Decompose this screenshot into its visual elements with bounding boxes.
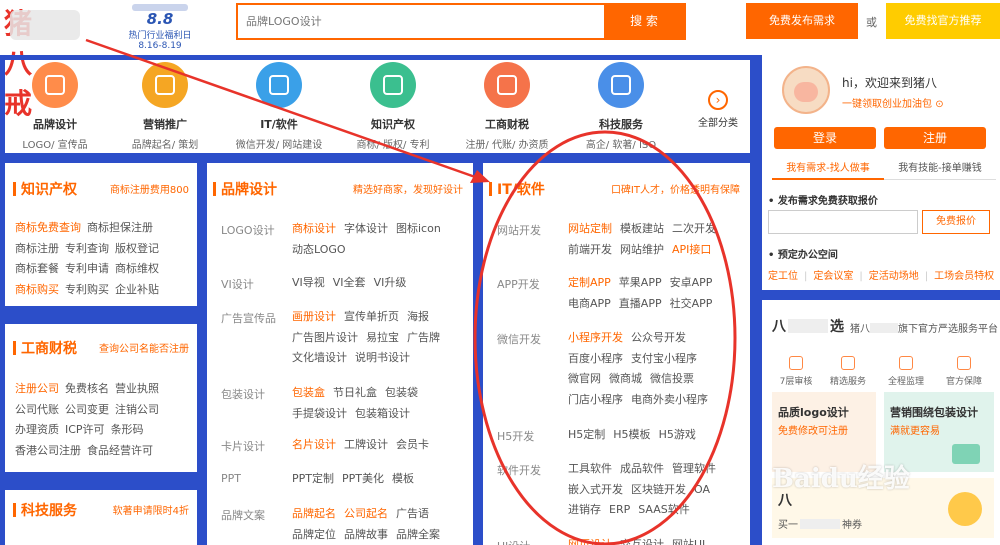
annotation-overlay [85, 38, 737, 545]
annotation-circle [473, 130, 737, 545]
annotation-arrow-line [85, 38, 479, 180]
